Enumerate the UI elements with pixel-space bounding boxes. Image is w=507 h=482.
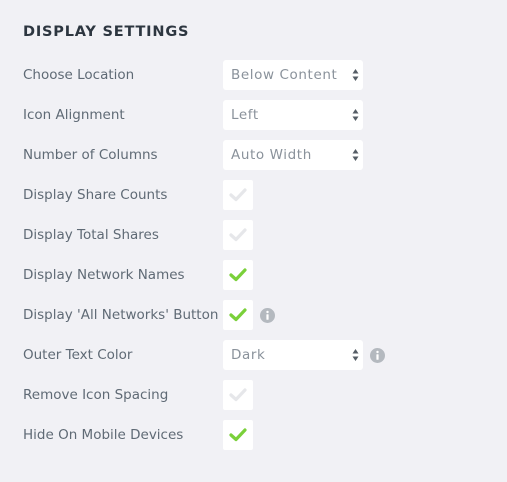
setting-row-choose-location: Choose Location Below Content: [0, 60, 507, 90]
outer-text-color-select[interactable]: Dark: [223, 340, 363, 370]
checkmark-unchecked-icon: [229, 228, 247, 242]
number-of-columns-select[interactable]: Auto Width: [223, 140, 363, 170]
checkmark-icon: [229, 268, 247, 282]
display-all-networks-button-checkbox[interactable]: [223, 300, 253, 330]
display-total-shares-checkbox[interactable]: [223, 220, 253, 250]
icon-alignment-select[interactable]: Left: [223, 100, 363, 130]
select-value: Auto Width: [231, 147, 312, 163]
remove-icon-spacing-checkbox[interactable]: [223, 380, 253, 410]
info-icon[interactable]: [260, 308, 275, 323]
setting-label: Number of Columns: [23, 147, 158, 163]
setting-row-display-share-counts: Display Share Counts: [0, 180, 507, 210]
setting-row-hide-on-mobile-devices: Hide On Mobile Devices: [0, 420, 507, 450]
setting-label: Display 'All Networks' Button: [23, 307, 219, 323]
setting-row-display-total-shares: Display Total Shares: [0, 220, 507, 250]
setting-row-remove-icon-spacing: Remove Icon Spacing: [0, 380, 507, 410]
checkmark-unchecked-icon: [229, 188, 247, 202]
select-value: Below Content: [231, 67, 338, 83]
setting-label: Outer Text Color: [23, 347, 133, 363]
info-icon[interactable]: [370, 348, 385, 363]
select-value: Left: [231, 107, 259, 123]
setting-label: Display Network Names: [23, 267, 185, 283]
setting-label: Icon Alignment: [23, 107, 125, 123]
display-share-counts-checkbox[interactable]: [223, 180, 253, 210]
checkmark-icon: [229, 428, 247, 442]
checkmark-unchecked-icon: [229, 388, 247, 402]
setting-row-icon-alignment: Icon Alignment Left: [0, 100, 507, 130]
hide-on-mobile-devices-checkbox[interactable]: [223, 420, 253, 450]
select-arrows-icon: [352, 109, 359, 121]
checkmark-icon: [229, 308, 247, 322]
setting-label: Remove Icon Spacing: [23, 387, 169, 403]
setting-row-outer-text-color: Outer Text Color Dark: [0, 340, 507, 370]
setting-label: Choose Location: [23, 67, 135, 83]
select-arrows-icon: [352, 349, 359, 361]
select-value: Dark: [231, 347, 266, 363]
setting-row-number-of-columns: Number of Columns Auto Width: [0, 140, 507, 170]
section-title: DISPLAY SETTINGS: [23, 24, 190, 40]
setting-label: Hide On Mobile Devices: [23, 427, 184, 443]
select-arrows-icon: [352, 69, 359, 81]
setting-row-display-network-names: Display Network Names: [0, 260, 507, 290]
setting-row-display-all-networks-button: Display 'All Networks' Button: [0, 300, 507, 330]
setting-label: Display Share Counts: [23, 187, 168, 203]
select-arrows-icon: [352, 149, 359, 161]
choose-location-select[interactable]: Below Content: [223, 60, 363, 90]
display-network-names-checkbox[interactable]: [223, 260, 253, 290]
setting-label: Display Total Shares: [23, 227, 159, 243]
display-settings-panel: DISPLAY SETTINGS Choose Location Below Co…: [0, 0, 507, 482]
